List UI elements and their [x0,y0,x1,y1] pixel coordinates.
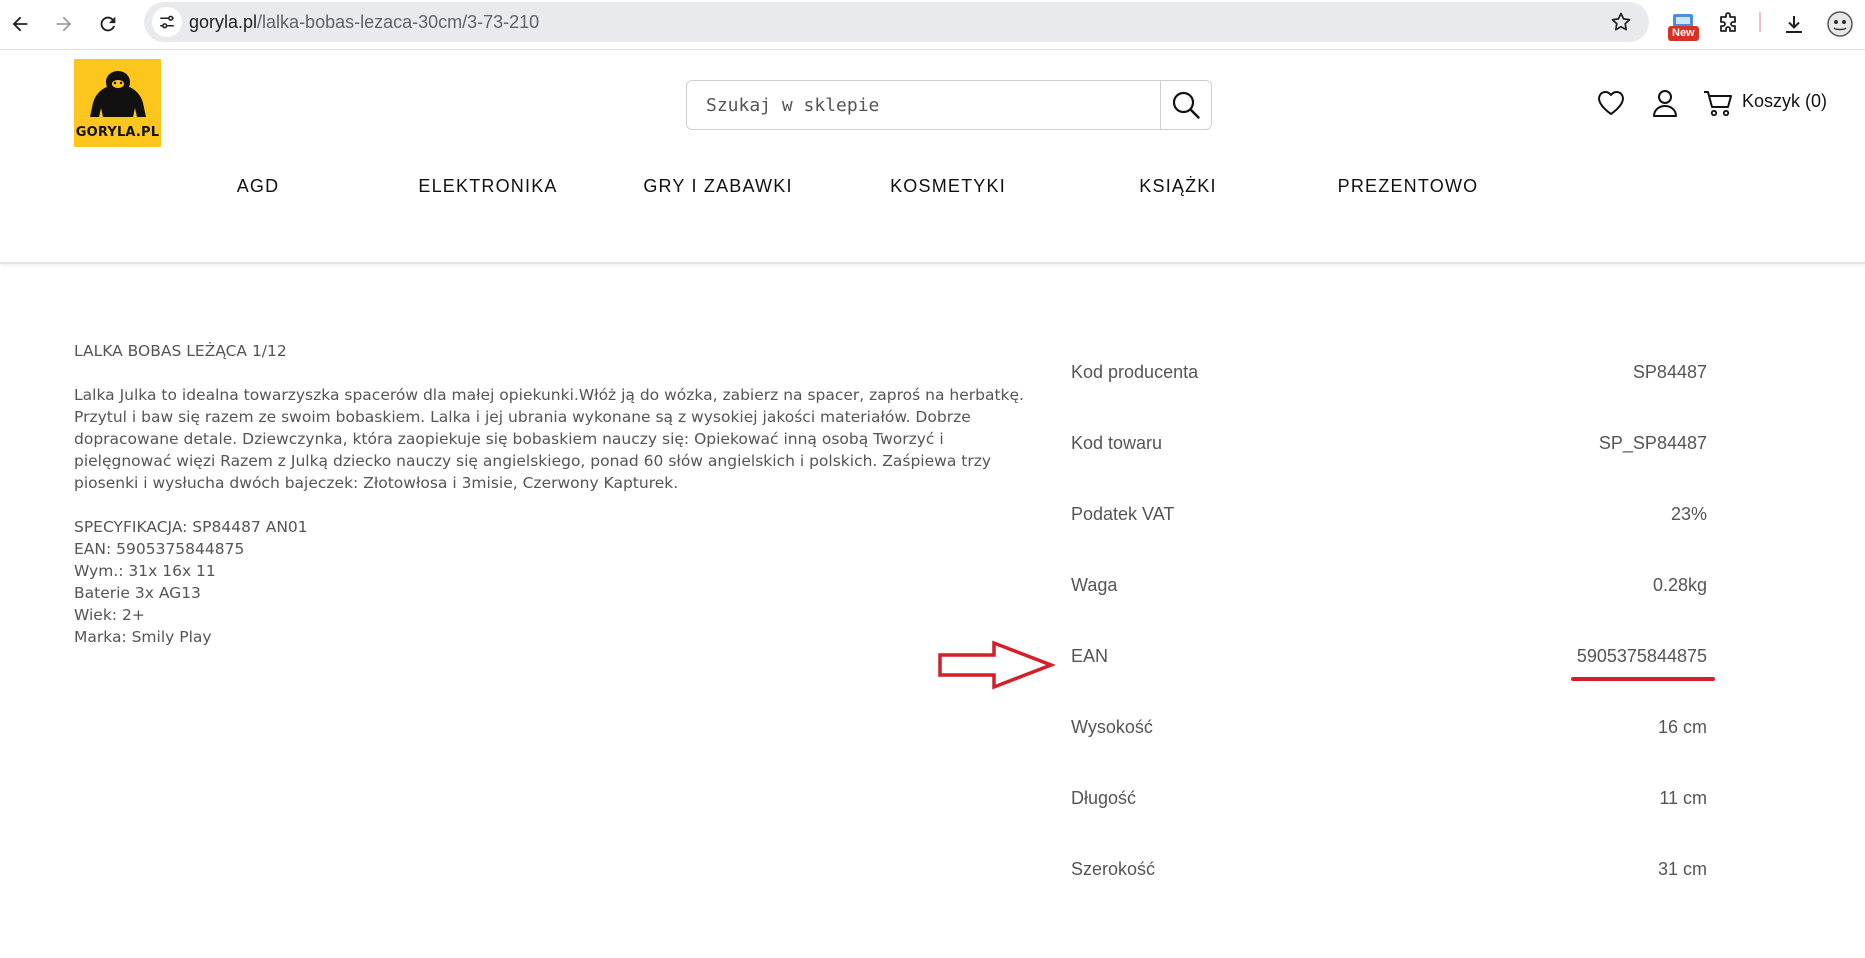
spec-label: Wysokość [1071,717,1153,737]
back-button[interactable] [0,4,40,44]
spec-line: Marka: Smily Play [74,628,212,646]
category-gry-i-zabawki[interactable]: GRY I ZABAWKI [608,176,828,197]
spec-row-wysokosc: Wysokość 16 cm [1071,693,1707,764]
spec-label: Długość [1071,788,1137,808]
annotation-arrow-icon [938,640,1055,690]
category-prezentowo[interactable]: PREZENTOWO [1298,176,1518,197]
profile-avatar-icon [1827,11,1853,37]
browser-toolbar: goryla.pl/lalka-bobas-lezaca-30cm/3-73-2… [0,0,1865,50]
spec-row-kod-towaru: Kod towaru SP_SP84487 [1071,409,1707,480]
category-kosmetyki[interactable]: KOSMETYKI [838,176,1058,197]
forward-button[interactable] [44,4,84,44]
bookmark-star-icon[interactable] [1609,10,1633,34]
spec-row-ean: EAN 5905375844875 [1071,622,1707,693]
gorilla-logo-icon [89,71,146,117]
logo-text: GORYLA.PL [75,125,160,140]
spec-value: 11 cm [1659,788,1707,808]
account-button[interactable] [1648,86,1682,120]
spec-line: Baterie 3x AG13 [74,584,201,602]
search-input[interactable] [687,81,1160,129]
spec-row-szerokosc: Szerokość 31 cm [1071,835,1707,906]
spec-label: Szerokość [1071,859,1156,879]
site-info-icon[interactable] [152,7,182,37]
product-description: LALKA BOBAS LEŻĄCA 1/12 Lalka Julka to i… [74,340,1024,648]
product-spec-lines: SPECYFIKACJA: SP84487 AN01 EAN: 59053758… [74,516,1024,648]
spec-label: Waga [1071,575,1118,595]
spec-row-waga: Waga 0.28kg [1071,551,1707,622]
url-path: /lalka-bobas-lezaca-30cm/3-73-210 [257,12,540,32]
search-form [686,80,1212,130]
puzzle-icon [1720,12,1736,32]
wishlist-button[interactable] [1594,86,1628,120]
url-text[interactable]: goryla.pl/lalka-bobas-lezaca-30cm/3-73-2… [189,12,539,33]
product-title: LALKA BOBAS LEŻĄCA 1/12 [74,342,287,360]
category-agd[interactable]: AGD [148,176,368,197]
search-button[interactable] [1160,81,1211,129]
spec-label: EAN [1071,646,1109,666]
category-ksiazki[interactable]: KSIĄŻKI [1068,176,1288,197]
spec-value: 16 cm [1657,717,1707,737]
cart-button[interactable] [1701,86,1735,120]
search-icon [1172,91,1200,119]
new-badge: New [1668,26,1699,41]
toolbar-divider [1759,12,1761,32]
spec-value: SP_SP84487 [1598,433,1707,453]
arrow-left-icon [12,16,28,32]
category-nav: AGD ELEKTRONIKA GRY I ZABAWKI KOSMETYKI … [0,176,1865,206]
spec-value: SP84487 [1632,362,1707,382]
reload-button[interactable] [88,4,128,44]
spec-line: Wym.: 31x 16x 11 [74,562,216,580]
downloads-button[interactable] [1776,6,1812,42]
spec-row-podatek-vat: Podatek VAT 23% [1071,480,1707,551]
spec-label: Podatek VAT [1071,504,1175,524]
arrow-right-icon [56,16,72,32]
spec-label: Kod towaru [1071,433,1163,453]
download-icon [1786,16,1802,33]
cart-label[interactable]: Koszyk (0) [1742,91,1827,112]
address-bar[interactable]: goryla.pl/lalka-bobas-lezaca-30cm/3-73-2… [144,2,1649,42]
spec-line: Wiek: 2+ [74,606,145,624]
category-elektronika[interactable]: ELEKTRONIKA [378,176,598,197]
ean-highlight-underline [1571,677,1715,681]
profile-button[interactable] [1822,6,1858,42]
extensions-button[interactable] [1710,6,1746,42]
spec-line: EAN: 5905375844875 [74,540,245,558]
heart-icon [1597,90,1625,115]
spec-row-kod-producenta: Kod producenta SP84487 [1071,338,1707,409]
site-logo[interactable]: GORYLA.PL [74,59,161,147]
product-description-body: Lalka Julka to idealna towarzyszka space… [74,386,1024,492]
product-specs-table: Kod producenta SP84487 Kod towaru SP_SP8… [1071,338,1707,906]
spec-value: 31 cm [1657,859,1707,879]
cart-icon [1704,91,1732,117]
spec-value: 0.28kg [1652,575,1707,595]
spec-row-dlugosc: Długość 11 cm [1071,764,1707,835]
url-domain: goryla.pl [189,12,258,32]
spec-value: 23% [1670,504,1707,524]
header-divider [0,262,1865,264]
spec-line: SPECYFIKACJA: SP84487 AN01 [74,518,308,536]
reload-icon [100,16,116,32]
spec-value: 5905375844875 [1576,646,1707,666]
spec-label: Kod producenta [1071,362,1199,382]
user-icon [1653,90,1677,117]
